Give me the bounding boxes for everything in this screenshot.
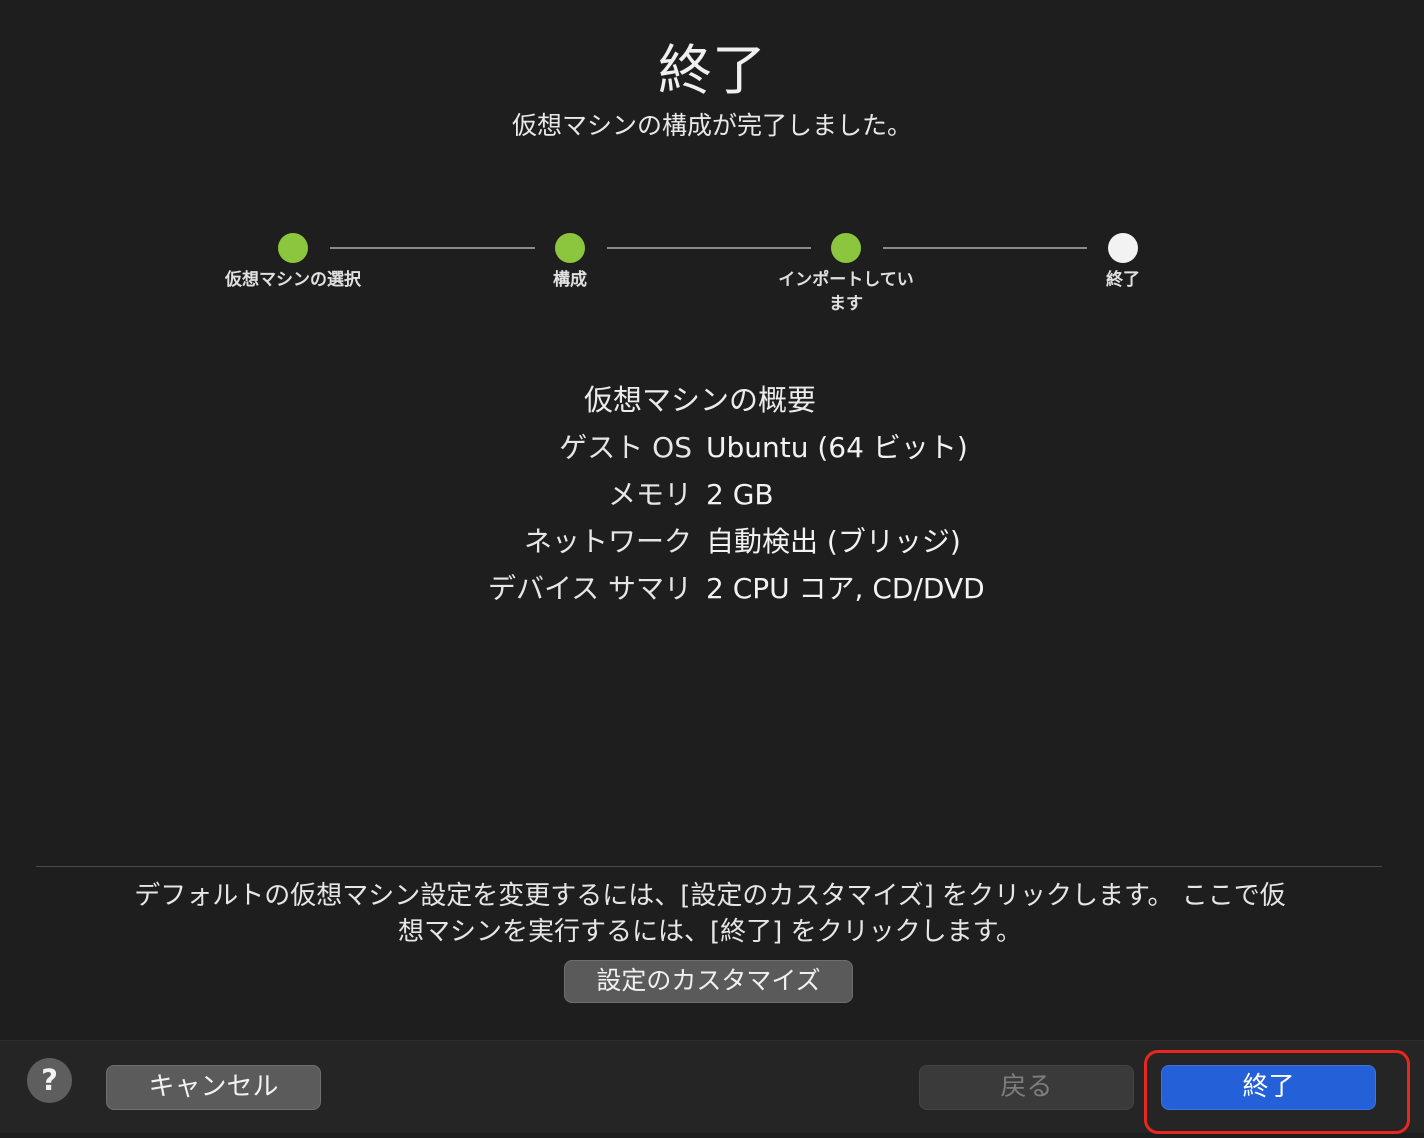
summary-key: メモリ: [607, 478, 692, 511]
cancel-button[interactable]: キャンセル: [106, 1065, 321, 1110]
finish-button[interactable]: 終了: [1161, 1065, 1376, 1110]
summary-row-devices: デバイス サマリ 2 CPU コア, CD/DVD: [0, 569, 1424, 609]
step-select-vm: 仮想マシンの選択: [203, 230, 383, 292]
summary-row-memory: メモリ 2 GB: [0, 475, 1424, 515]
step-label: 仮想マシンの選択: [225, 270, 361, 290]
summary-key: ゲスト OS: [559, 431, 692, 464]
step-complete-dot: [278, 233, 308, 263]
wizard-window: 終了 仮想マシンの構成が完了しました。 仮想マシンの選択 構成 インポートしてい…: [0, 0, 1424, 1138]
step-configure: 構成: [480, 230, 660, 292]
step-current-dot: [1108, 233, 1138, 263]
page-title: 終了: [658, 39, 766, 102]
step-label: 終了: [1106, 270, 1140, 290]
summary-value: 2 CPU コア, CD/DVD: [706, 572, 985, 605]
step-complete-dot: [555, 233, 585, 263]
info-line: デフォルトの仮想マシン設定を変更するには、[設定のカスタマイズ] をクリックしま…: [134, 881, 1286, 911]
page-subtitle: 仮想マシンの構成が完了しました。: [511, 111, 912, 140]
summary-row-network: ネットワーク 自動検出 (ブリッジ): [0, 522, 1424, 562]
step-finish: 終了: [1033, 230, 1213, 292]
summary-key: ネットワーク: [523, 525, 692, 558]
summary-value: 自動検出 (ブリッジ): [706, 525, 961, 558]
summary-title: 仮想マシンの概要: [584, 383, 817, 417]
info-text: デフォルトの仮想マシン設定を変更するには、[設定のカスタマイズ] をクリックしま…: [100, 878, 1320, 950]
step-importing: インポートしてい ます: [756, 230, 936, 316]
back-button[interactable]: 戻る: [919, 1065, 1134, 1110]
summary-value: 2 GB: [706, 478, 774, 511]
section-divider: [36, 866, 1382, 867]
summary-row-guest-os: ゲスト OS Ubuntu (64 ビット): [0, 428, 1424, 468]
summary-key: デバイス サマリ: [487, 572, 692, 605]
help-button[interactable]: ?: [27, 1058, 72, 1103]
info-line: 想マシンを実行するには、[終了] をクリックします。: [398, 917, 1022, 947]
progress-stepper: 仮想マシンの選択 構成 インポートしてい ます 終了: [0, 230, 1424, 330]
step-complete-dot: [831, 233, 861, 263]
step-label: インポートしてい ます: [778, 270, 914, 314]
summary-value: Ubuntu (64 ビット): [706, 431, 968, 464]
step-label: 構成: [553, 270, 587, 290]
customize-settings-button[interactable]: 設定のカスタマイズ: [564, 960, 853, 1003]
